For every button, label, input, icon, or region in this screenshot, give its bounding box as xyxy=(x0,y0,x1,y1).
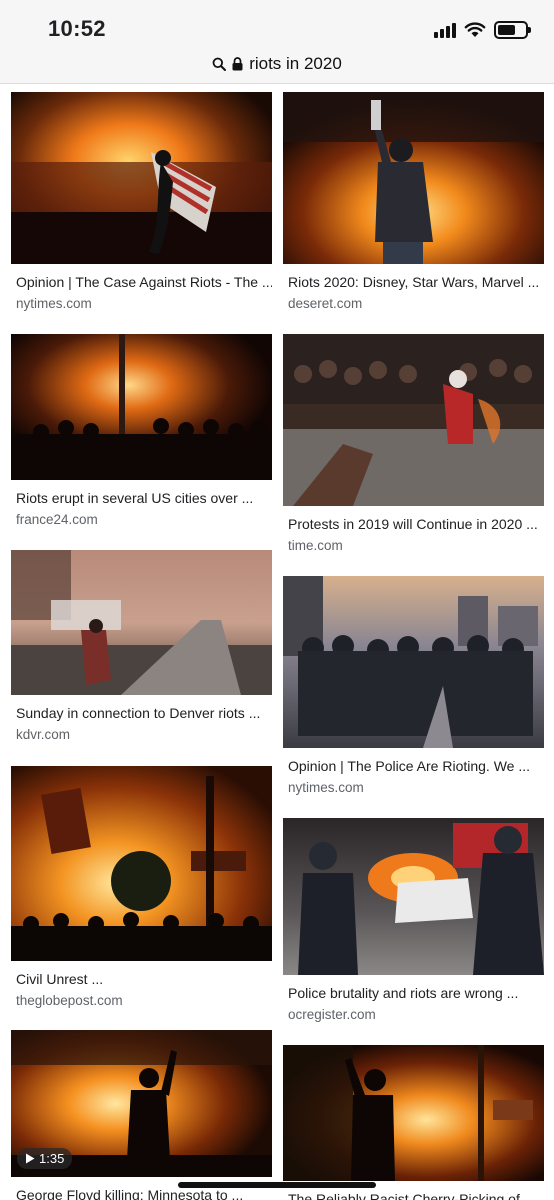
image-result-card[interactable]: Police brutality and riots are wrong ...… xyxy=(283,818,544,1022)
image-result-card[interactable]: Protests in 2019 will Continue in 2020 .… xyxy=(283,334,544,553)
cellular-signal-icon xyxy=(434,22,456,38)
result-caption[interactable]: Riots 2020: Disney, Star Wars, Marvel ..… xyxy=(283,274,544,290)
home-indicator[interactable] xyxy=(178,1182,376,1188)
status-time: 10:52 xyxy=(48,16,106,41)
image-result-card[interactable]: Opinion | The Case Against Riots - The .… xyxy=(11,92,272,311)
result-caption[interactable]: Police brutality and riots are wrong ... xyxy=(283,985,544,1001)
result-thumbnail[interactable]: 1:35 xyxy=(11,1030,272,1177)
wifi-icon xyxy=(464,22,486,37)
battery-icon xyxy=(494,21,531,39)
result-thumbnail[interactable] xyxy=(283,576,544,748)
result-caption[interactable]: The Reliably Racist Cherry-Picking of ..… xyxy=(283,1191,544,1200)
browser-top-bar: 10:52 riots in 2020 xyxy=(0,0,554,84)
search-query-text: riots in 2020 xyxy=(249,54,342,73)
result-source: theglobepost.com xyxy=(16,993,123,1008)
address-bar[interactable]: riots in 2020 xyxy=(0,50,554,78)
result-source: nytimes.com xyxy=(288,780,364,795)
result-thumbnail[interactable] xyxy=(283,1045,544,1181)
result-thumbnail[interactable] xyxy=(11,334,272,480)
result-caption[interactable]: Protests in 2019 will Continue in 2020 .… xyxy=(283,516,544,532)
image-result-card[interactable]: Riots 2020: Disney, Star Wars, Marvel ..… xyxy=(283,92,544,311)
image-result-card[interactable]: Opinion | The Police Are Rioting. We ...… xyxy=(283,576,544,795)
result-source: kdvr.com xyxy=(16,727,71,742)
image-result-card[interactable]: Civil Unrest ... theglobepost.com xyxy=(11,766,272,1008)
result-caption[interactable]: Opinion | The Case Against Riots - The .… xyxy=(11,274,272,290)
result-caption[interactable]: Sunday in connection to Denver riots ... xyxy=(11,705,272,721)
result-source: time.com xyxy=(288,538,343,553)
result-thumbnail[interactable] xyxy=(283,92,544,264)
result-thumbnail[interactable] xyxy=(11,550,272,695)
image-result-card[interactable]: The Reliably Racist Cherry-Picking of ..… xyxy=(283,1045,544,1200)
result-source: ocregister.com xyxy=(288,1007,376,1022)
search-icon xyxy=(212,57,227,71)
result-source: deseret.com xyxy=(288,296,363,311)
image-result-card[interactable]: Riots erupt in several US cities over ..… xyxy=(11,334,272,527)
result-source: nytimes.com xyxy=(16,296,92,311)
result-caption[interactable]: Riots erupt in several US cities over ..… xyxy=(11,490,272,506)
video-duration-badge: 1:35 xyxy=(17,1148,73,1169)
result-thumbnail[interactable] xyxy=(283,334,544,506)
result-caption[interactable]: Opinion | The Police Are Rioting. We ... xyxy=(283,758,544,774)
play-icon xyxy=(26,1153,35,1164)
result-caption[interactable]: George Floyd killing: Minnesota to ... xyxy=(11,1187,272,1200)
video-duration: 1:35 xyxy=(39,1151,65,1166)
result-source: france24.com xyxy=(16,512,98,527)
result-thumbnail[interactable] xyxy=(11,92,272,264)
result-caption[interactable]: Civil Unrest ... xyxy=(11,971,272,987)
result-thumbnail[interactable] xyxy=(11,766,272,961)
result-thumbnail[interactable] xyxy=(283,818,544,975)
status-icons xyxy=(434,20,531,40)
image-result-card[interactable]: 1:35 George Floyd killing: Minnesota to … xyxy=(11,1030,272,1200)
image-result-card[interactable]: Sunday in connection to Denver riots ...… xyxy=(11,550,272,742)
lock-icon xyxy=(232,57,243,71)
